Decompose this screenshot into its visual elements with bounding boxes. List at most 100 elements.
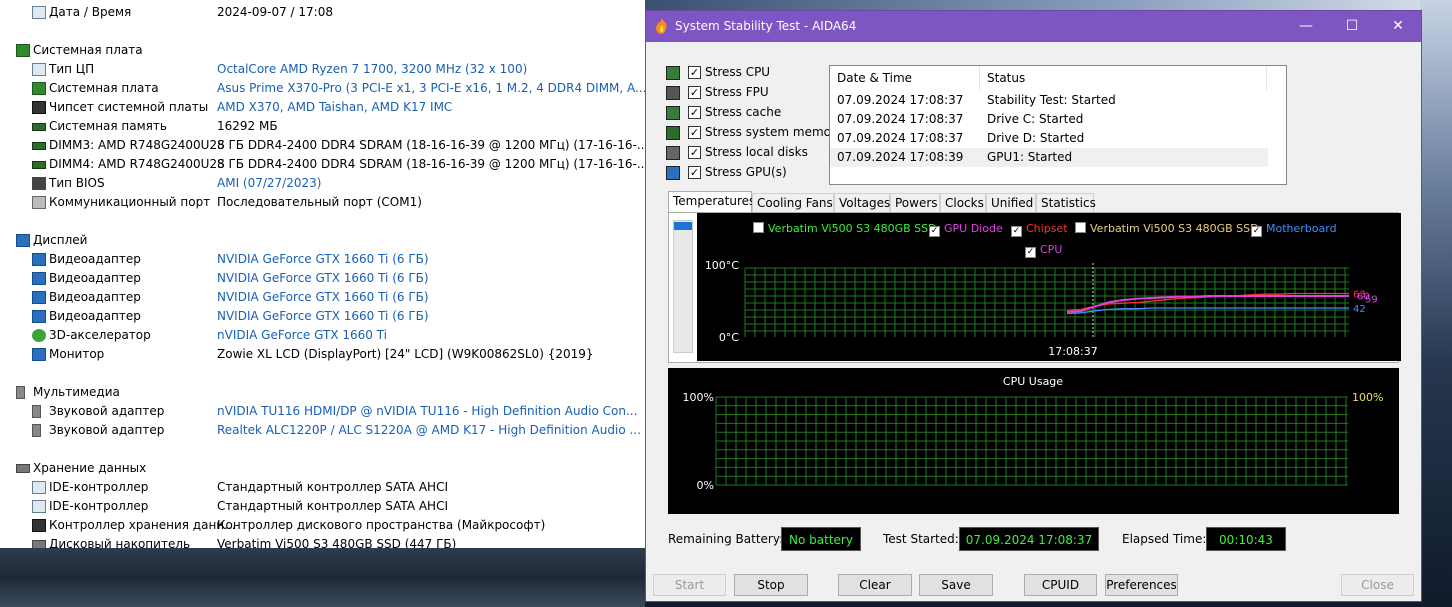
info-value[interactable]: Realtek ALC1220P / ALC S1220A @ AMD K17 … xyxy=(217,421,641,440)
display-icon xyxy=(666,166,680,180)
section-header[interactable]: Хранение данных xyxy=(0,459,645,478)
info-row[interactable]: DIMM3: AMD R748G2400U2S 8 ГБ DDR4-2400 DD… xyxy=(0,136,645,155)
clear-button[interactable]: Clear xyxy=(838,574,912,596)
desktop-background-right xyxy=(1420,0,1452,607)
memory-icon xyxy=(32,142,46,150)
info-row[interactable]: Видеоадаптер NVIDIA GeForce GTX 1660 Ti (… xyxy=(0,288,645,307)
info-row[interactable]: Дата / Время 2024-09-07 / 17:08 xyxy=(0,3,645,22)
save-button[interactable]: Save xyxy=(919,574,993,596)
close-window-button[interactable]: ✕ xyxy=(1375,11,1421,42)
motherboard-icon xyxy=(32,82,46,95)
info-row[interactable]: Звуковой адаптер nVIDIA TU116 HDMI/DP @ n… xyxy=(0,402,645,421)
fpu-icon xyxy=(666,86,680,100)
hdd-icon xyxy=(666,146,680,160)
info-row[interactable]: DIMM4: AMD R748G2400U2S 8 ГБ DDR4-2400 DD… xyxy=(0,155,645,174)
sensor-scroll-list[interactable] xyxy=(673,220,693,353)
log-row[interactable]: 07.09.2024 17:08:37 Drive D: Started xyxy=(830,129,1268,148)
info-row[interactable]: Контроллер хранения данн... Контроллер ди… xyxy=(0,516,645,535)
stress-checkbox[interactable]: ✓ xyxy=(688,126,701,139)
info-row[interactable]: Системная плата Asus Prime X370-Pro (3 PC… xyxy=(0,79,645,98)
stress-checkbox[interactable]: ✓ xyxy=(688,86,701,99)
chipset-icon xyxy=(32,101,46,114)
tab-clocks[interactable]: Clocks xyxy=(940,193,986,213)
info-key: Видеоадаптер xyxy=(49,271,141,285)
tab-cooling-fans[interactable]: Cooling Fans xyxy=(752,193,834,213)
gpu-icon xyxy=(32,272,46,285)
info-key: Коммуникационный порт xyxy=(49,195,211,209)
stress-checkbox[interactable]: ✓ xyxy=(688,166,701,179)
info-row[interactable]: Монитор Zowie XL LCD (DisplayPort) [24" L… xyxy=(0,345,645,364)
info-key: Дисплей xyxy=(33,233,88,247)
info-value[interactable]: NVIDIA GeForce GTX 1660 Ti (6 ГБ) xyxy=(217,307,429,326)
section-header[interactable]: Системная плата xyxy=(0,41,645,60)
log-header-status[interactable]: Status xyxy=(980,66,1267,90)
info-row[interactable]: Звуковой адаптер Realtek ALC1220P / ALC S… xyxy=(0,421,645,440)
preferences-button[interactable]: Preferences xyxy=(1105,574,1178,596)
stress-checkbox[interactable]: ✓ xyxy=(688,106,701,119)
close-button[interactable]: Close xyxy=(1341,574,1414,596)
start-button[interactable]: Start xyxy=(653,574,726,596)
stress-checkbox[interactable]: ✓ xyxy=(688,146,701,159)
tab-voltages[interactable]: Voltages xyxy=(834,193,890,213)
log-header-date[interactable]: Date & Time xyxy=(830,66,980,90)
log-date: 07.09.2024 17:08:37 xyxy=(837,131,964,145)
stop-button[interactable]: Stop xyxy=(734,574,808,596)
info-key: Мультимедиа xyxy=(33,385,120,399)
info-value[interactable]: AMI (07/27/2023) xyxy=(217,174,321,193)
info-row[interactable]: Видеоадаптер NVIDIA GeForce GTX 1660 Ti (… xyxy=(0,250,645,269)
info-value[interactable]: OctalCore AMD Ryzen 7 1700, 3200 MHz (32… xyxy=(217,60,527,79)
info-value[interactable]: AMD X370, AMD Taishan, AMD K17 IMC xyxy=(217,98,452,117)
disk-icon xyxy=(16,464,30,473)
gpu-icon xyxy=(32,310,46,323)
stress-label: Stress GPU(s) xyxy=(705,165,787,179)
cpuid-button[interactable]: CPUID xyxy=(1024,574,1097,596)
info-value[interactable]: nVIDIA TU116 HDMI/DP @ nVIDIA TU116 - Hi… xyxy=(217,402,637,421)
info-row[interactable]: Системная память 16292 МБ xyxy=(0,117,645,136)
memory-icon xyxy=(32,123,46,131)
bios-icon xyxy=(32,177,46,190)
minimize-button[interactable]: — xyxy=(1283,11,1329,42)
info-row[interactable]: Тип ЦП OctalCore AMD Ryzen 7 1700, 3200 M… xyxy=(0,60,645,79)
info-row[interactable]: IDE-контроллер Стандартный контроллер SAT… xyxy=(0,497,645,516)
info-key: Дата / Время xyxy=(49,5,132,19)
stress-checkbox[interactable]: ✓ xyxy=(688,66,701,79)
info-key: Монитор xyxy=(49,347,105,361)
tab-unified[interactable]: Unified xyxy=(986,193,1036,213)
log-row[interactable]: 07.09.2024 17:08:37 Stability Test: Start… xyxy=(830,91,1268,110)
info-row[interactable]: Тип BIOS AMI (07/27/2023) xyxy=(0,174,645,193)
info-value[interactable]: NVIDIA GeForce GTX 1660 Ti (6 ГБ) xyxy=(217,269,429,288)
section-header[interactable]: Мультимедиа xyxy=(0,383,645,402)
info-key: Тип ЦП xyxy=(49,62,95,76)
tab-powers[interactable]: Powers xyxy=(890,193,940,213)
info-value: 16292 МБ xyxy=(217,119,278,133)
info-row[interactable]: 3D-акселератор nVIDIA GeForce GTX 1660 Ti xyxy=(0,326,645,345)
log-row[interactable]: 07.09.2024 17:08:39 GPU1: Started xyxy=(830,148,1268,167)
info-key: Чипсет системной платы xyxy=(49,100,209,114)
info-row[interactable]: IDE-контроллер Стандартный контроллер SAT… xyxy=(0,478,645,497)
log-row[interactable]: 07.09.2024 17:08:37 Drive C: Started xyxy=(830,110,1268,129)
y-max-label: 100% xyxy=(683,391,714,404)
y-min-label: 0% xyxy=(697,479,714,492)
x-tick-label: 17:08:37 xyxy=(1048,345,1097,358)
info-value: Стандартный контроллер SATA AHCI xyxy=(217,499,448,513)
battery-value: No battery xyxy=(781,527,861,551)
maximize-button[interactable]: ☐ xyxy=(1329,11,1375,42)
info-row[interactable]: Коммуникационный порт Последовательный по… xyxy=(0,193,645,212)
info-value[interactable]: nVIDIA GeForce GTX 1660 Ti xyxy=(217,326,387,345)
info-value[interactable]: NVIDIA GeForce GTX 1660 Ti (6 ГБ) xyxy=(217,288,429,307)
ide-icon xyxy=(32,481,46,494)
info-key: Системная память xyxy=(49,119,167,133)
info-row[interactable]: Видеоадаптер NVIDIA GeForce GTX 1660 Ti (… xyxy=(0,307,645,326)
log-date: 07.09.2024 17:08:39 xyxy=(837,150,964,164)
info-key: Дисковый накопитель xyxy=(49,537,191,548)
info-row[interactable]: Дисковый накопитель Verbatim Vi500 S3 480… xyxy=(0,535,645,548)
info-value[interactable]: NVIDIA GeForce GTX 1660 Ti (6 ГБ) xyxy=(217,250,429,269)
info-row[interactable]: Чипсет системной платы AMD X370, AMD Tais… xyxy=(0,98,645,117)
tab-statistics[interactable]: Statistics xyxy=(1036,193,1096,213)
section-header[interactable]: Дисплей xyxy=(0,231,645,250)
info-value[interactable]: Asus Prime X370-Pro (3 PCI-E x1, 3 PCI-E… xyxy=(217,79,645,98)
title-bar[interactable]: System Stability Test - AIDA64 — ☐ ✕ xyxy=(646,11,1421,42)
info-key: IDE-контроллер xyxy=(49,499,149,513)
info-row[interactable]: Видеоадаптер NVIDIA GeForce GTX 1660 Ti (… xyxy=(0,269,645,288)
tab-temperatures[interactable]: Temperatures xyxy=(668,191,755,213)
